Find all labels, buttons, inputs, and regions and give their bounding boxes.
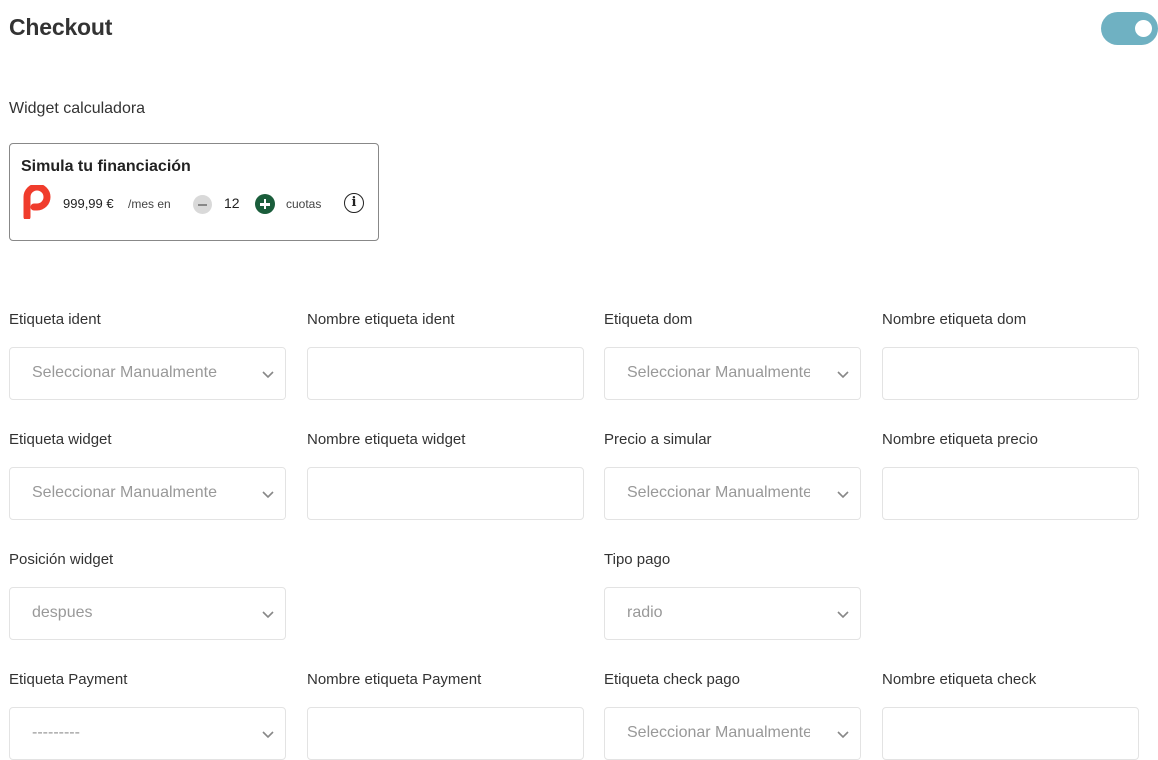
etiqueta-check-pago-select[interactable]: Seleccionar Manualmente <box>604 707 861 760</box>
tipo-pago-label: Tipo pago <box>604 551 671 568</box>
chevron-down-icon <box>262 611 274 619</box>
etiqueta-widget-select[interactable]: Seleccionar Manualmente <box>9 467 286 520</box>
installments-label: cuotas <box>286 197 322 211</box>
select-value: Seleccionar Manualmente <box>32 364 217 381</box>
chevron-down-icon <box>837 611 849 619</box>
nombre-etiqueta-check-input[interactable] <box>882 707 1139 760</box>
select-value: Seleccionar Manualmente <box>627 364 812 381</box>
precio-a-simular-select[interactable]: Seleccionar Manualmente <box>604 467 861 520</box>
etiqueta-check-pago-label: Etiqueta check pago <box>604 671 740 688</box>
nombre-etiqueta-ident-label: Nombre etiqueta ident <box>307 311 455 328</box>
etiqueta-payment-label: Etiqueta Payment <box>9 671 128 688</box>
toggle-knob <box>1135 20 1152 37</box>
select-value: --------- <box>32 724 80 741</box>
etiqueta-widget-label: Etiqueta widget <box>9 431 112 448</box>
chevron-down-icon <box>262 491 274 499</box>
widget-title: Simula tu financiación <box>21 158 191 175</box>
nombre-etiqueta-payment-label: Nombre etiqueta Payment <box>307 671 482 688</box>
nombre-etiqueta-precio-label: Nombre etiqueta precio <box>882 431 1038 448</box>
etiqueta-dom-select[interactable]: Seleccionar Manualmente <box>604 347 861 400</box>
nombre-etiqueta-widget-label: Nombre etiqueta widget <box>307 431 466 448</box>
chevron-down-icon <box>837 371 849 379</box>
chevron-down-icon <box>837 491 849 499</box>
etiqueta-ident-label: Etiqueta ident <box>9 311 101 328</box>
checkout-toggle[interactable] <box>1101 12 1158 45</box>
nombre-etiqueta-widget-input[interactable] <box>307 467 584 520</box>
etiqueta-payment-select[interactable]: --------- <box>9 707 286 760</box>
financing-widget-preview: Simula tu financiación 999,99 € /mes en … <box>9 143 379 241</box>
increase-installments-button[interactable] <box>255 194 275 214</box>
decrease-installments-button[interactable] <box>193 195 212 214</box>
widget-section-label: Widget calculadora <box>9 100 146 117</box>
nombre-etiqueta-precio-input[interactable] <box>882 467 1139 520</box>
nombre-etiqueta-ident-input[interactable] <box>307 347 584 400</box>
tipo-pago-select[interactable]: radio <box>604 587 861 640</box>
chevron-down-icon <box>262 371 274 379</box>
select-value: despues <box>32 604 93 621</box>
nombre-etiqueta-dom-label: Nombre etiqueta dom <box>882 311 1027 328</box>
per-month-label: /mes en <box>128 197 171 211</box>
precio-a-simular-label: Precio a simular <box>604 431 712 448</box>
installment-amount: 999,99 € <box>63 196 114 211</box>
nombre-etiqueta-check-label: Nombre etiqueta check <box>882 671 1037 688</box>
etiqueta-dom-label: Etiqueta dom <box>604 311 693 328</box>
info-icon[interactable]: i <box>344 193 364 213</box>
posicion-widget-label: Posición widget <box>9 551 114 568</box>
select-value: Seleccionar Manualmente <box>627 724 812 741</box>
select-value: Seleccionar Manualmente <box>627 484 812 501</box>
select-value: Seleccionar Manualmente <box>32 484 217 501</box>
select-value: radio <box>627 604 663 621</box>
posicion-widget-select[interactable]: despues <box>9 587 286 640</box>
nombre-etiqueta-payment-input[interactable] <box>307 707 584 760</box>
chevron-down-icon <box>837 731 849 739</box>
page-title: Checkout <box>9 14 113 40</box>
pagantis-logo-icon <box>23 185 51 219</box>
nombre-etiqueta-dom-input[interactable] <box>882 347 1139 400</box>
installments-count: 12 <box>224 195 240 211</box>
chevron-down-icon <box>262 731 274 739</box>
etiqueta-ident-select[interactable]: Seleccionar Manualmente <box>9 347 286 400</box>
